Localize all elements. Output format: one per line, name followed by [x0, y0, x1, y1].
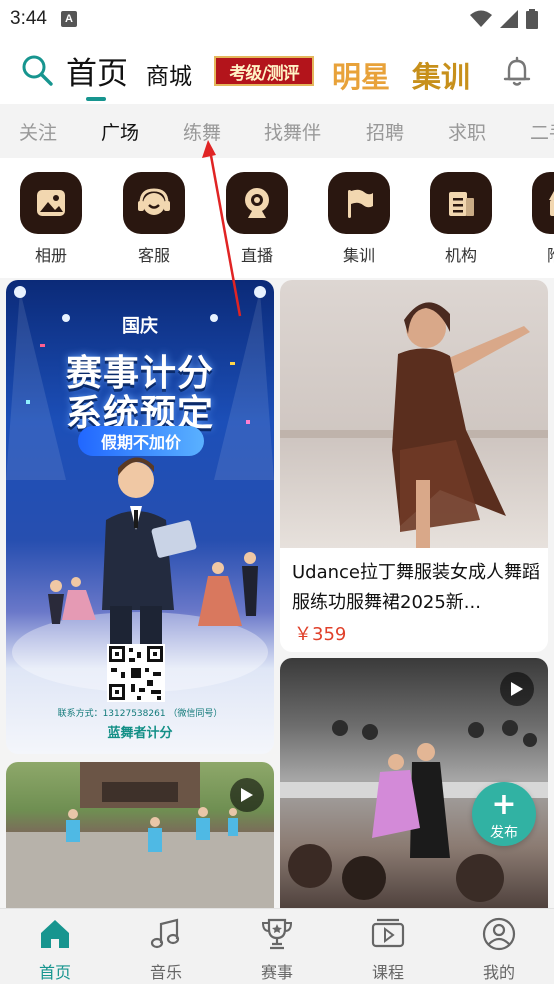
quick-label: 机构 — [444, 246, 477, 265]
tab-follow[interactable]: 关注 — [19, 118, 57, 145]
bottom-nav-competition[interactable]: 赛事 — [237, 917, 317, 983]
tab-job-seek[interactable]: 求职 — [448, 118, 486, 145]
bottom-nav-label: 赛事 — [260, 963, 293, 982]
content-feed: 国庆 赛事计分 系统预定 假期不加价 联系方式：13127538261 （微信同… — [0, 278, 554, 908]
promo-poster-card[interactable]: 国庆 赛事计分 系统预定 假期不加价 联系方式：13127538261 （微信同… — [6, 280, 274, 754]
headset-icon — [138, 188, 170, 215]
bottom-nav-music[interactable]: 音乐 — [126, 917, 206, 983]
quick-training[interactable]: 集训 — [326, 172, 392, 266]
nav-star[interactable]: 明星 — [332, 54, 390, 96]
bottom-nav-course[interactable]: 课程 — [348, 917, 428, 983]
publish-label: 发布 — [490, 825, 518, 841]
search-icon[interactable] — [20, 53, 54, 87]
quick-nearby[interactable]: 附近 — [530, 172, 554, 266]
quick-label: 相册 — [34, 246, 67, 265]
play-button[interactable] — [500, 672, 534, 706]
album-icon — [37, 190, 65, 216]
poster-contact: 联系方式：13127538261 （微信同号） — [57, 709, 223, 719]
trophy-icon — [261, 918, 293, 950]
bottom-nav-label: 课程 — [371, 963, 404, 982]
quick-album[interactable]: 相册 — [18, 172, 84, 266]
webcam-icon — [245, 188, 269, 218]
status-icons — [470, 9, 538, 29]
tab-secondhand[interactable]: 二手 — [530, 118, 554, 145]
quick-institution[interactable]: 机构 — [428, 172, 494, 266]
home-icon — [41, 920, 69, 948]
poster-badge: 国庆 — [122, 316, 158, 337]
flag-icon — [348, 189, 373, 218]
status-time: 3:44 — [10, 8, 47, 29]
bottom-nav-home[interactable]: 首页 — [15, 917, 95, 983]
nav-home[interactable]: 首页 — [66, 48, 128, 93]
play-icon — [511, 682, 523, 696]
building-icon — [449, 192, 474, 216]
nav-training[interactable]: 集训 — [412, 54, 470, 96]
publish-button[interactable]: + 发布 — [472, 782, 536, 846]
battery-icon — [526, 9, 538, 29]
signal-icon — [500, 10, 518, 28]
bottom-nav-label: 音乐 — [149, 963, 182, 982]
tab-plaza[interactable]: 广场 — [101, 118, 139, 145]
nav-home-indicator — [86, 97, 106, 101]
product-card[interactable]: Udance拉丁舞服装女成人舞蹈服练功服舞裙2025新... ￥359 — [280, 280, 548, 652]
quick-label: 客服 — [137, 246, 170, 265]
bottom-navigation: 首页 音乐 赛事 课程 我的 — [0, 908, 554, 984]
notification-badge: A — [60, 11, 77, 27]
tab-practice[interactable]: 练舞 — [183, 118, 221, 145]
tab-find-partner[interactable]: 找舞伴 — [264, 118, 321, 145]
poster-brand: 蓝舞者计分 — [107, 726, 173, 741]
shop-icon — [549, 191, 554, 216]
quick-service[interactable]: 客服 — [121, 172, 187, 266]
bottom-nav-label: 我的 — [482, 963, 515, 982]
play-button[interactable] — [230, 778, 264, 812]
profile-icon — [482, 917, 516, 951]
quick-label: 附近 — [530, 242, 554, 266]
bottom-nav-profile[interactable]: 我的 — [459, 917, 539, 983]
bottom-nav-label: 首页 — [38, 963, 71, 982]
nav-exam-banner[interactable]: 考级/测评 — [214, 56, 314, 86]
nav-mall[interactable]: 商城 — [146, 57, 192, 91]
video-card-outdoor[interactable] — [6, 762, 274, 908]
status-bar: 3:44 A — [0, 0, 554, 38]
product-title: Udance拉丁舞服装女成人舞蹈服练功服舞裙2025新... — [292, 562, 541, 613]
top-header: 首页 商城 考级/测评 明星 集训 — [0, 38, 554, 104]
poster-pill: 假期不加价 — [78, 426, 204, 456]
bell-icon[interactable] — [500, 55, 534, 89]
quick-links: 相册 客服 直播 集训 机构 附近 — [0, 166, 554, 270]
quick-label: 直播 — [240, 246, 273, 265]
quick-live[interactable]: 直播 — [224, 172, 290, 266]
quick-label: 集训 — [342, 246, 375, 265]
qr-code-icon — [107, 644, 165, 702]
product-image — [280, 280, 548, 548]
music-icon — [150, 918, 180, 949]
dancer-photo — [280, 302, 548, 548]
course-icon — [371, 918, 405, 948]
play-icon — [241, 788, 253, 802]
category-tabs: 关注 广场 练舞 找舞伴 招聘 求职 二手 — [0, 104, 554, 158]
product-price: ￥359 — [294, 624, 347, 645]
tab-recruit[interactable]: 招聘 — [366, 118, 404, 145]
plus-icon: + — [491, 787, 517, 822]
wifi-icon — [470, 10, 492, 27]
